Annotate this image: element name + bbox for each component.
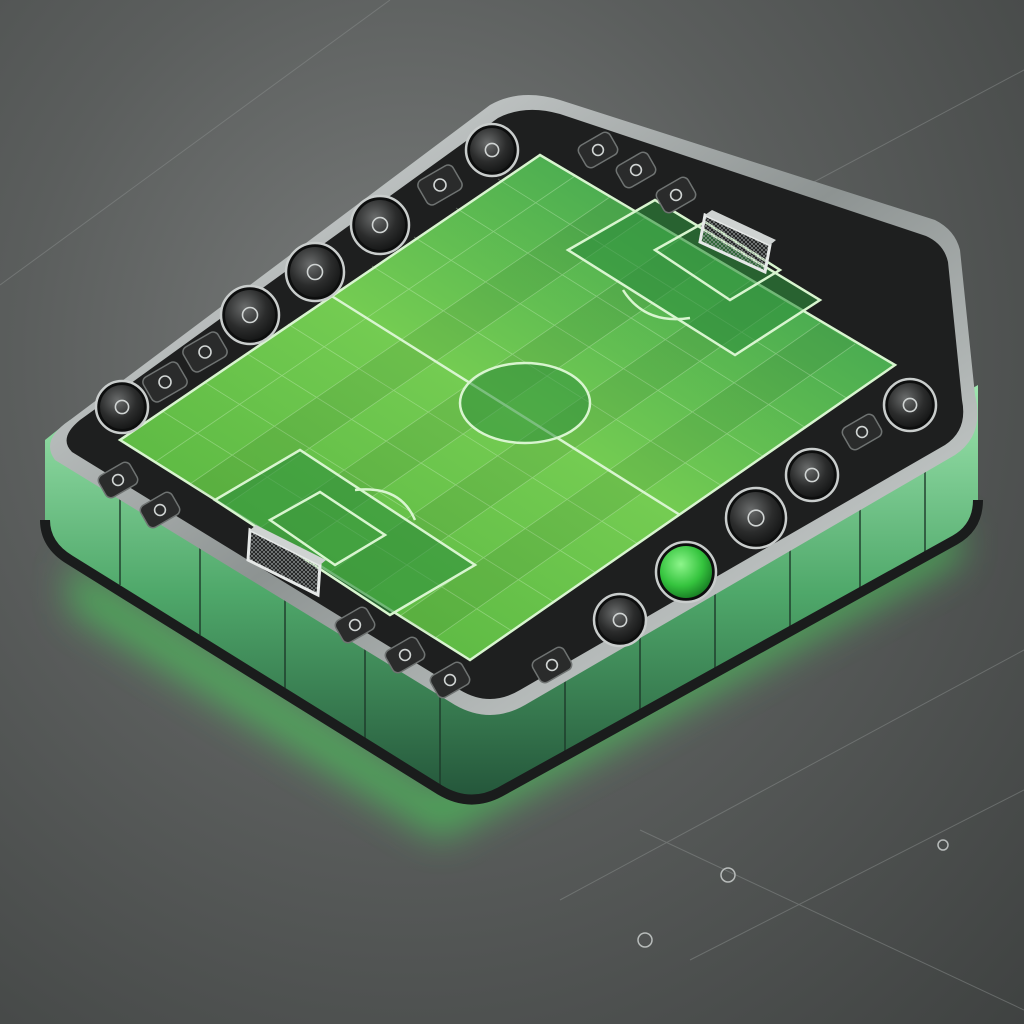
table-dots — [637, 839, 949, 948]
control-button[interactable] — [219, 284, 281, 346]
control-button[interactable] — [724, 486, 788, 550]
control-button[interactable] — [94, 379, 150, 435]
control-button[interactable] — [349, 194, 411, 256]
control-button[interactable] — [784, 447, 840, 503]
game-scene — [0, 0, 1024, 1011]
control-button[interactable] — [592, 592, 648, 648]
control-button[interactable] — [882, 377, 938, 433]
control-button[interactable] — [284, 241, 346, 303]
control-button[interactable] — [464, 122, 520, 178]
record-button[interactable] — [654, 540, 718, 604]
